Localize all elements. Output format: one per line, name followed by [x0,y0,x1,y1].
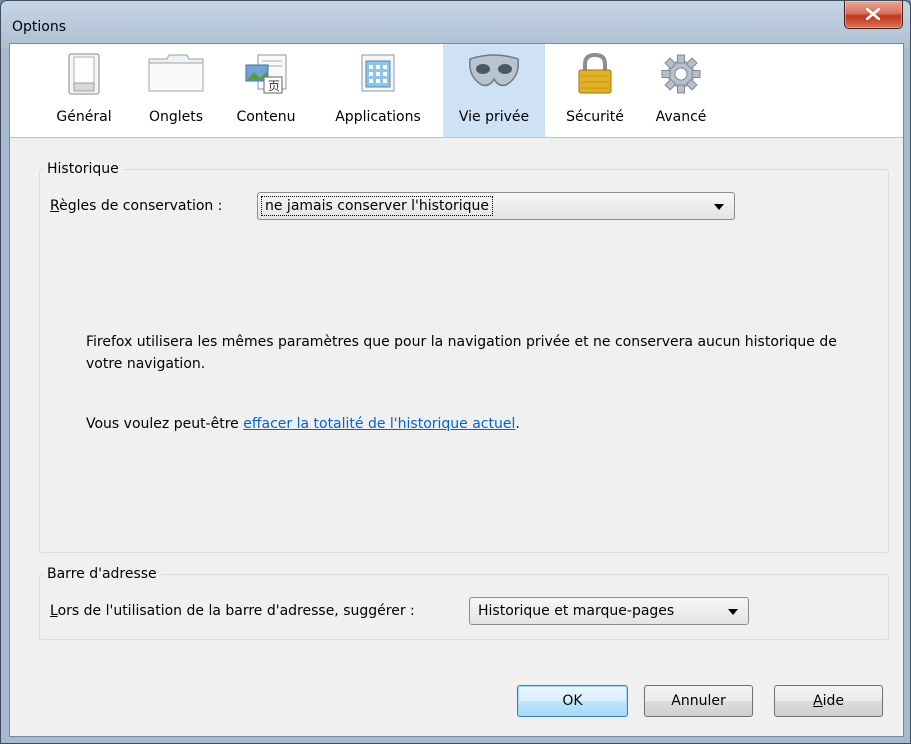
tab-avance-label: Avancé [655,109,707,125]
cancel-button[interactable]: Annuler [644,685,753,717]
tabs-icon [136,53,216,93]
ok-button[interactable]: OK [517,685,628,717]
clear-history-text: Vous voulez peut-être effacer la totalit… [86,416,520,432]
close-icon [866,8,880,20]
help-button[interactable]: Aide [774,685,883,717]
pane-toolbar: Général Onglets 页 Contenu Applications V… [10,44,903,138]
gear-icon [643,53,719,94]
content-icon: 页 [224,53,308,94]
padlock-icon [555,53,635,94]
chevron-down-icon [728,609,738,615]
tab-contenu-label: Contenu [236,109,296,125]
chevron-down-icon [714,204,724,210]
options-window: Options Général Onglets 页 Contenu Applic… [0,0,911,744]
switch-icon [43,53,125,95]
clear-history-link[interactable]: effacer la totalité de l'historique actu… [243,416,515,432]
history-group-title: Historique [43,161,123,177]
suggest-dropdown[interactable]: Historique et marque-pages [469,597,749,625]
tab-securite[interactable]: Sécurité [555,44,635,137]
tab-vie-privee[interactable]: Vie privée [443,44,545,137]
tab-onglets-label: Onglets [148,109,204,125]
tab-vie-privee-label: Vie privée [458,109,530,125]
tab-securite-label: Sécurité [566,109,624,125]
tab-general-label: Général [56,109,112,125]
tab-general[interactable]: Général [43,44,125,137]
history-rules-value: ne jamais conserver l'historique [260,196,494,216]
dialog-client-area: Général Onglets 页 Contenu Applications V… [9,43,904,737]
suggest-label: Lors de l'utilisation de la barre d'adre… [50,603,415,619]
tab-applications-label: Applications [335,109,421,125]
mask-icon [443,53,545,93]
title-bar[interactable]: Options [1,1,910,43]
window-title: Options [12,19,67,35]
svg-text:页: 页 [268,79,280,93]
tab-onglets[interactable]: Onglets [136,44,216,137]
addressbar-group-title: Barre d'adresse [43,566,161,582]
tab-contenu[interactable]: 页 Contenu [224,44,308,137]
tab-avance[interactable]: Avancé [643,44,719,137]
tab-applications[interactable]: Applications [319,44,437,137]
applications-icon [319,53,437,93]
history-description: Firefox utilisera les mêmes paramètres q… [86,334,837,372]
suggest-value: Historique et marque-pages [478,603,675,619]
history-rules-dropdown[interactable]: ne jamais conserver l'historique [257,192,735,220]
rules-label: Règles de conservation : [50,198,223,214]
close-button[interactable] [844,1,903,29]
